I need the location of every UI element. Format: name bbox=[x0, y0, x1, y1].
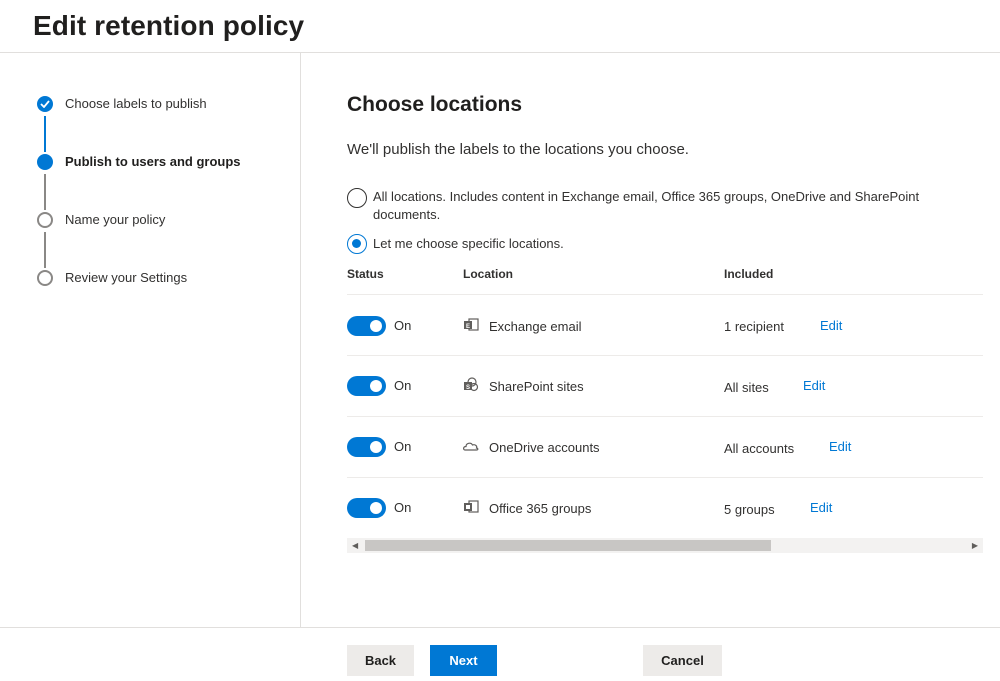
location-name: SharePoint sites bbox=[489, 379, 584, 394]
page-header: Edit retention policy bbox=[0, 0, 1000, 53]
back-button[interactable]: Back bbox=[347, 645, 414, 676]
column-header-location: Location bbox=[463, 267, 513, 281]
status-toggle[interactable] bbox=[347, 498, 386, 518]
office365-groups-icon bbox=[464, 500, 479, 513]
toggle-state-text: On bbox=[394, 500, 412, 515]
all-locations-label: All locations. Includes content in Excha… bbox=[373, 189, 920, 222]
page-title: Edit retention policy bbox=[33, 10, 305, 41]
edit-link[interactable]: Edit bbox=[829, 439, 851, 454]
onedrive-icon bbox=[463, 442, 479, 451]
column-header-status: Status bbox=[347, 267, 384, 281]
scroll-left-icon[interactable]: ◀ bbox=[352, 541, 358, 550]
horizontal-scrollbar[interactable]: ◀ ▶ bbox=[347, 538, 983, 553]
included-value: All accounts bbox=[724, 441, 795, 456]
toggle-state-text: On bbox=[394, 318, 412, 333]
row-divider bbox=[347, 355, 983, 356]
step-connector bbox=[44, 174, 46, 210]
step-connector bbox=[44, 232, 46, 268]
scrollbar-thumb[interactable] bbox=[365, 540, 771, 551]
step-label: Review your Settings bbox=[65, 270, 188, 285]
step-connector bbox=[44, 116, 46, 152]
all-locations-radio[interactable] bbox=[347, 188, 367, 208]
main-content: Choose locations We'll publish the label… bbox=[301, 53, 1000, 627]
header-divider bbox=[347, 294, 983, 295]
status-toggle[interactable] bbox=[347, 376, 386, 396]
step-label: Publish to users and groups bbox=[65, 154, 241, 169]
specific-locations-radio[interactable] bbox=[347, 234, 367, 254]
exchange-icon: E bbox=[464, 318, 479, 331]
toggle-state-text: On bbox=[394, 439, 412, 454]
step-label: Choose labels to publish bbox=[65, 96, 207, 111]
wizard-steps: Choose labels to publish Publish to user… bbox=[0, 53, 301, 627]
edit-link[interactable]: Edit bbox=[820, 318, 842, 333]
edit-link[interactable]: Edit bbox=[803, 378, 825, 393]
location-name: Office 365 groups bbox=[489, 501, 592, 516]
pending-step-icon bbox=[37, 270, 53, 286]
included-value: All sites bbox=[724, 380, 769, 395]
edit-link[interactable]: Edit bbox=[810, 500, 832, 515]
checkmark-icon bbox=[37, 96, 53, 112]
row-divider bbox=[347, 477, 983, 478]
row-divider bbox=[347, 416, 983, 417]
sharepoint-icon: S bbox=[464, 377, 479, 392]
included-value: 1 recipient bbox=[724, 319, 784, 334]
step-label: Name your policy bbox=[65, 212, 166, 227]
cancel-button[interactable]: Cancel bbox=[643, 645, 722, 676]
status-toggle[interactable] bbox=[347, 437, 386, 457]
toggle-state-text: On bbox=[394, 378, 412, 393]
status-toggle[interactable] bbox=[347, 316, 386, 336]
current-step-icon bbox=[37, 154, 53, 170]
section-description: We'll publish the labels to the location… bbox=[347, 141, 689, 158]
column-header-included: Included bbox=[724, 267, 774, 281]
scroll-right-icon[interactable]: ▶ bbox=[972, 541, 978, 550]
next-button[interactable]: Next bbox=[430, 645, 497, 676]
section-title: Choose locations bbox=[347, 93, 523, 116]
pending-step-icon bbox=[37, 212, 53, 228]
location-name: Exchange email bbox=[489, 319, 582, 334]
svg-text:E: E bbox=[466, 324, 470, 330]
included-value: 5 groups bbox=[724, 502, 775, 517]
specific-locations-label: Let me choose specific locations. bbox=[373, 236, 564, 251]
footer-bar: Back Next Cancel bbox=[0, 627, 1000, 681]
location-name: OneDrive accounts bbox=[489, 440, 600, 455]
svg-text:S: S bbox=[466, 385, 470, 391]
